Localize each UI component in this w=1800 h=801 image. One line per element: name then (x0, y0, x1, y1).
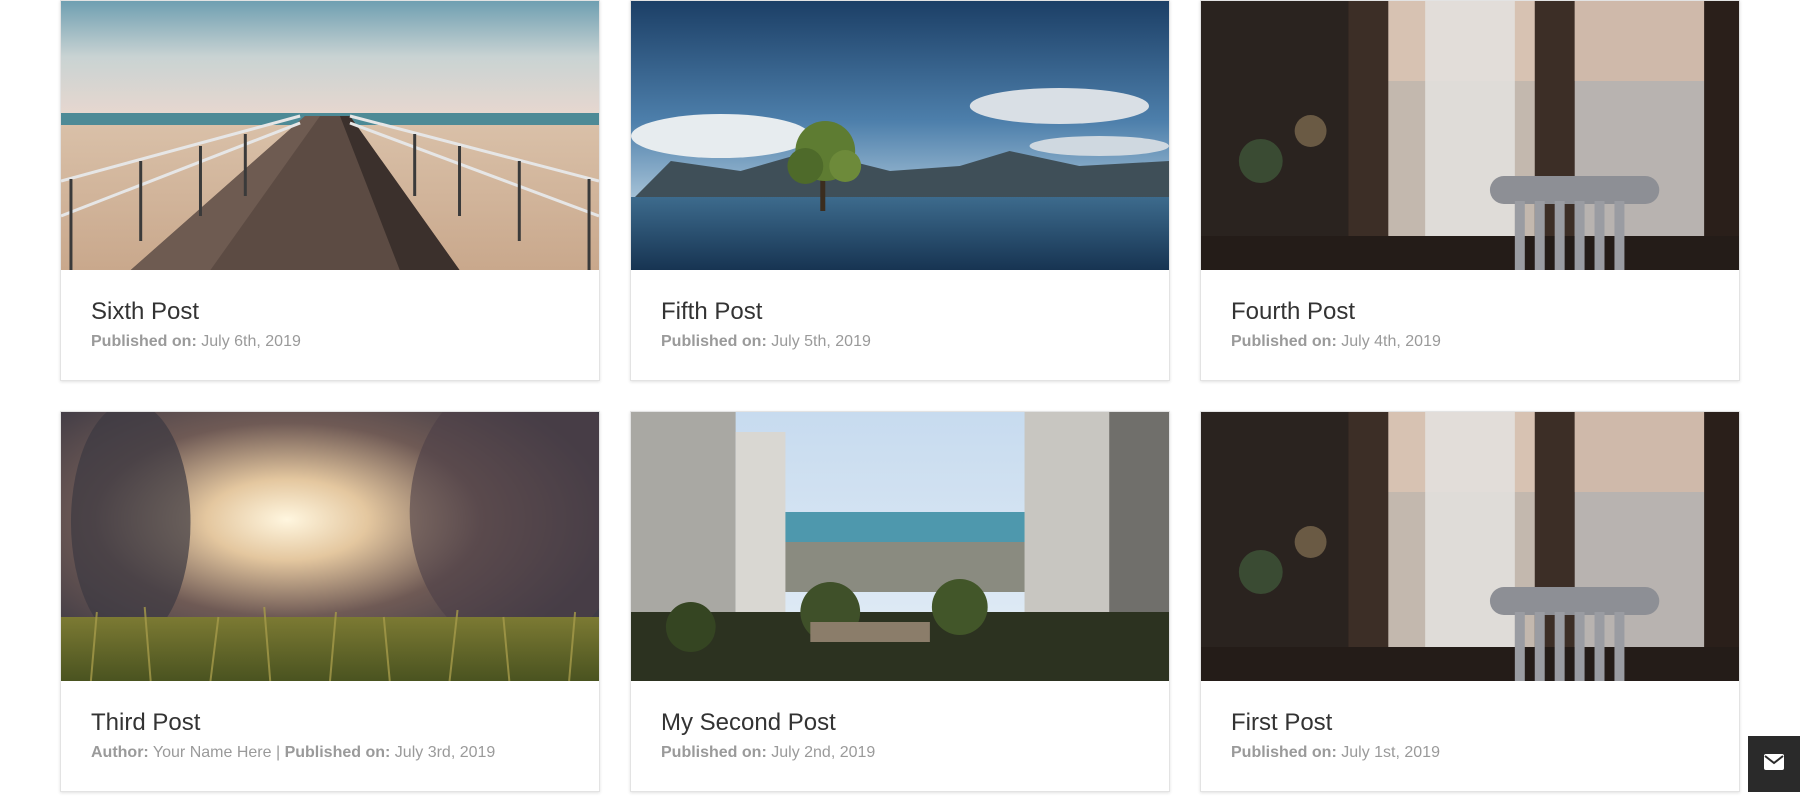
post-title[interactable]: First Post (1231, 709, 1709, 738)
post-card-body: Fourth Post Published on: July 4th, 2019 (1201, 270, 1739, 351)
post-image-window-chair[interactable] (1201, 1, 1739, 270)
published-date: July 6th, 2019 (201, 332, 301, 350)
envelope-icon (1764, 753, 1784, 775)
published-date: July 3rd, 2019 (394, 743, 496, 761)
post-card-body: Fifth Post Published on: July 5th, 2019 (631, 270, 1169, 351)
author-name: Your Name Here (152, 743, 272, 761)
post-meta: Author: Your Name Here | Published on: J… (91, 744, 569, 762)
post-meta: Published on: July 5th, 2019 (661, 333, 1139, 351)
post-meta: Published on: July 6th, 2019 (91, 333, 569, 351)
post-meta: Published on: July 4th, 2019 (1231, 333, 1709, 351)
meta-separator: | (275, 743, 281, 761)
contact-button[interactable] (1748, 736, 1800, 792)
published-label: Published on: (661, 332, 767, 350)
published-date: July 4th, 2019 (1341, 332, 1441, 350)
post-title[interactable]: Third Post (91, 709, 569, 738)
post-image-window-chair[interactable] (1201, 412, 1739, 681)
published-date: July 1st, 2019 (1341, 743, 1440, 761)
post-card-body: First Post Published on: July 1st, 2019 (1201, 681, 1739, 762)
post-image-sunlight-grass[interactable] (61, 412, 599, 681)
post-title[interactable]: Sixth Post (91, 298, 569, 327)
post-image-lake[interactable] (631, 1, 1169, 270)
published-label: Published on: (91, 332, 197, 350)
published-date: July 2nd, 2019 (771, 743, 876, 761)
post-image-city-sea[interactable] (631, 412, 1169, 681)
post-image-boardwalk[interactable] (61, 1, 599, 270)
post-card[interactable]: Fifth Post Published on: July 5th, 2019 (630, 0, 1170, 381)
post-card[interactable]: Third Post Author: Your Name Here | Publ… (60, 411, 600, 792)
published-date: July 5th, 2019 (771, 332, 871, 350)
post-title[interactable]: Fifth Post (661, 298, 1139, 327)
published-label: Published on: (661, 743, 767, 761)
post-card[interactable]: Sixth Post Published on: July 6th, 2019 (60, 0, 600, 381)
post-card[interactable]: Fourth Post Published on: July 4th, 2019 (1200, 0, 1740, 381)
post-meta: Published on: July 2nd, 2019 (661, 744, 1139, 762)
post-card-body: Third Post Author: Your Name Here | Publ… (61, 681, 599, 762)
post-card[interactable]: First Post Published on: July 1st, 2019 (1200, 411, 1740, 792)
post-title[interactable]: My Second Post (661, 709, 1139, 738)
post-card-body: Sixth Post Published on: July 6th, 2019 (61, 270, 599, 351)
post-title[interactable]: Fourth Post (1231, 298, 1709, 327)
published-label: Published on: (284, 743, 391, 761)
post-card-body: My Second Post Published on: July 2nd, 2… (631, 681, 1169, 762)
published-label: Published on: (1231, 743, 1337, 761)
published-label: Published on: (1231, 332, 1337, 350)
post-card[interactable]: My Second Post Published on: July 2nd, 2… (630, 411, 1170, 792)
author-label: Author: (91, 743, 149, 761)
post-meta: Published on: July 1st, 2019 (1231, 744, 1709, 762)
post-grid: Sixth Post Published on: July 6th, 2019 (60, 0, 1741, 792)
